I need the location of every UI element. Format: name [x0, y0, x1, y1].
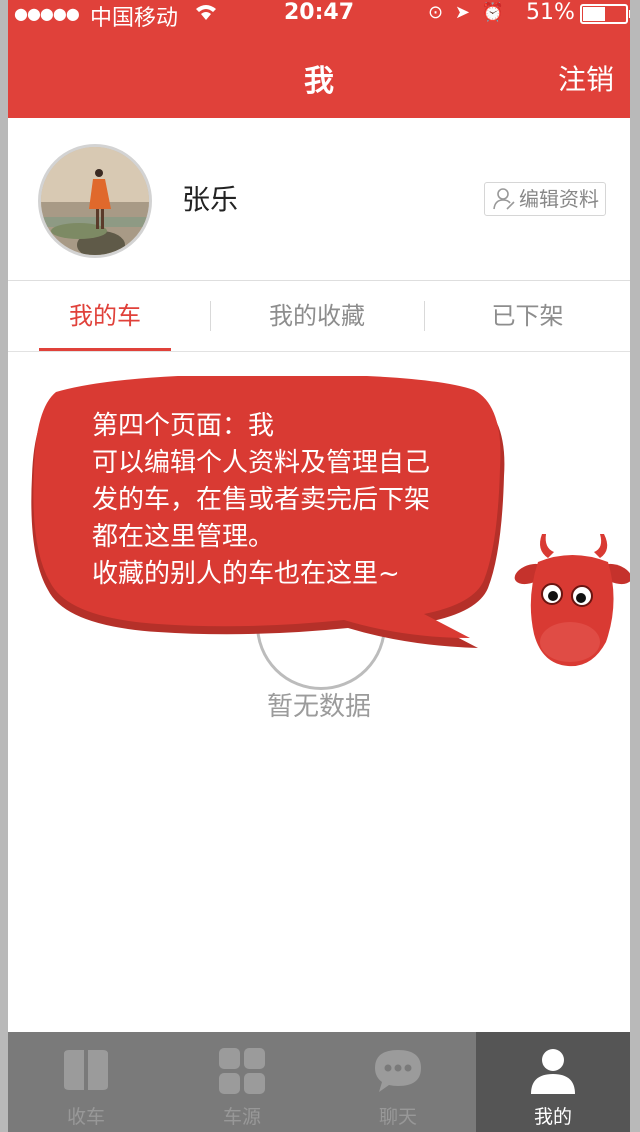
tab-my-favorites[interactable]: 我的收藏	[211, 281, 423, 351]
segment-tabs: 我的车 我的收藏 已下架	[8, 281, 630, 352]
chat-bubble-icon	[375, 1050, 421, 1092]
tooltip-line: 都在这里管理。	[92, 522, 275, 552]
page-title: 我	[304, 64, 334, 99]
tooltip-line: 可以编辑个人资料及管理自己	[92, 448, 431, 478]
tabbar-label: 我的	[533, 1106, 572, 1128]
profile-section: 张乐 编辑资料	[8, 118, 630, 281]
tooltip-line: 第四个页面：我	[92, 411, 275, 441]
alarm-icon: ⏰	[481, 2, 505, 23]
app-screen: ●●●●● 中国移动 20:47 ⊙ ➤ ⏰ 51% 我 注销 张乐 编辑资料 …	[8, 0, 630, 1132]
location-arrow-icon: ➤	[454, 2, 470, 23]
grid-icon	[219, 1048, 265, 1094]
tab-my-cars[interactable]: 我的车	[8, 281, 202, 351]
edit-profile-label: 编辑资料	[519, 187, 599, 211]
tabbar-item-collect[interactable]: 收车	[8, 1032, 164, 1132]
tab-label: 我的车	[69, 302, 141, 330]
tabbar-item-source[interactable]: 车源	[164, 1032, 320, 1132]
battery-percent: 51%	[526, 0, 575, 25]
tabbar-label: 车源	[222, 1106, 261, 1128]
username: 张乐	[182, 183, 239, 216]
tab-label: 已下架	[491, 302, 564, 330]
battery-icon	[580, 4, 630, 24]
nav-bar: ●●●●● 中国移动 20:47 ⊙ ➤ ⏰ 51% 我 注销	[8, 0, 630, 118]
avatar[interactable]	[38, 144, 152, 258]
tooltip-line: 收藏的别人的车也在这里~	[92, 559, 400, 589]
rotation-lock-icon: ⊙	[428, 2, 444, 23]
active-tab-indicator	[39, 348, 171, 351]
tabbar-label: 聊天	[378, 1106, 417, 1128]
empty-state-text: 暂无数据	[266, 692, 371, 722]
tooltip-text: 第四个页面：我 可以编辑个人资料及管理自己 发的车，在售或者卖完后下架 都在这里…	[92, 408, 492, 593]
person-icon	[531, 1049, 575, 1094]
tab-label: 我的收藏	[269, 302, 365, 330]
bottom-tab-bar: 收车 车源 聊天 我的	[8, 1032, 630, 1132]
book-icon	[64, 1050, 108, 1090]
tab-delisted[interactable]: 已下架	[425, 281, 630, 351]
tooltip-line: 发的车，在售或者卖完后下架	[92, 485, 431, 515]
tabbar-item-chat[interactable]: 聊天	[320, 1032, 476, 1132]
tabbar-item-me[interactable]: 我的	[476, 1032, 630, 1132]
status-icons: ⊙ ➤ ⏰	[428, 2, 504, 23]
edit-profile-button[interactable]: 编辑资料	[484, 182, 606, 216]
status-bar: ●●●●● 中国移动 20:47 ⊙ ➤ ⏰ 51%	[8, 0, 630, 31]
tabbar-label: 收车	[66, 1106, 105, 1128]
person-outline-icon	[493, 188, 515, 210]
logout-button[interactable]: 注销	[558, 58, 614, 98]
cow-mascot-icon	[514, 534, 630, 667]
